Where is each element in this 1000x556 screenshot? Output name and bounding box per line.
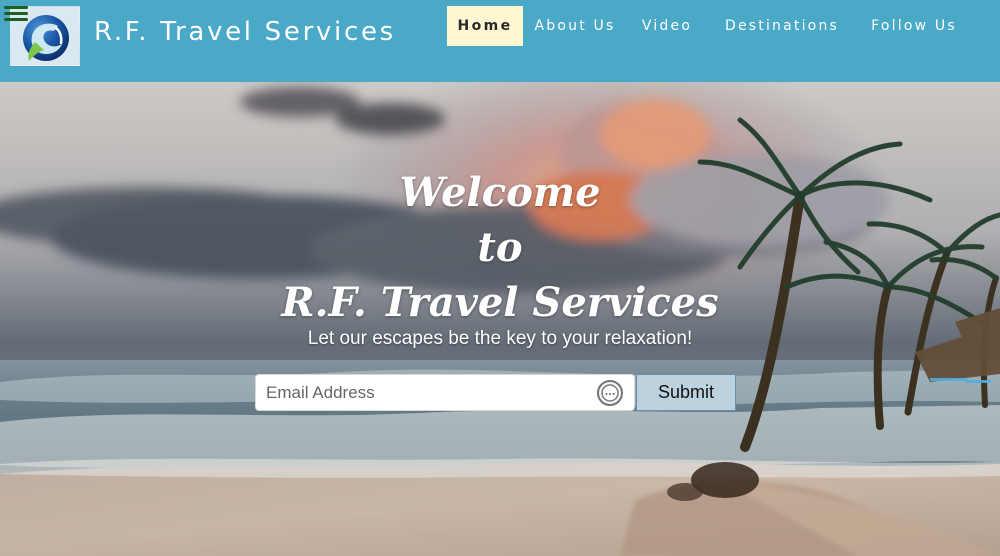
keyhole-icon [597,380,623,406]
nav-home[interactable]: Home [447,6,523,46]
newsletter-form: Submit [255,374,736,411]
nav-destinations[interactable]: Destinations [712,16,852,36]
site-title[interactable]: R.F. Travel Services [94,17,396,47]
nav-follow-us[interactable]: Follow Us [870,16,958,36]
hero-heading-line-1: Welcome [399,168,601,216]
hamburger-menu-icon[interactable] [4,3,28,24]
menu-line [4,18,28,21]
menu-line [4,12,28,15]
hero-heading-line-3: R.F. Travel Services [281,278,719,326]
submit-button[interactable]: Submit [636,374,736,411]
site-header: R.F. Travel Services Home About Us Video… [0,0,1000,82]
hero-subtitle: Let our escapes be the key to your relax… [307,328,693,349]
email-address-input[interactable] [255,374,635,411]
nav-video[interactable]: Video [628,16,706,36]
hero-section: Welcome to R.F. Travel Services Let our … [0,82,1000,556]
hero-heading-line-2: to [477,223,523,271]
hero-heading: Welcome to R.F. Travel Services [0,165,1000,330]
nav-about-us[interactable]: About Us [533,16,617,36]
page: R.F. Travel Services Home About Us Video… [0,0,1000,556]
menu-line [4,6,28,9]
